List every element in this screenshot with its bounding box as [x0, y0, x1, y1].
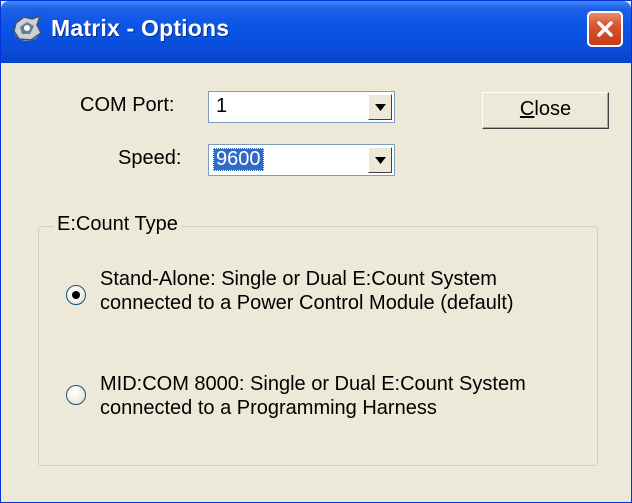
title-bar[interactable]: Matrix - Options [1, 1, 631, 63]
standalone-radio-label[interactable]: Stand-Alone: Single or Dual E:Count Syst… [100, 267, 570, 315]
close-button[interactable]: Close [482, 92, 609, 129]
chevron-down-icon [375, 157, 386, 164]
window-title: Matrix - Options [51, 15, 230, 41]
speed-value: 9600 [213, 148, 264, 171]
com-port-dropdown-button[interactable] [368, 94, 392, 120]
window-close-button[interactable] [587, 11, 623, 47]
ecount-type-group [38, 226, 598, 466]
speed-dropdown-button[interactable] [368, 147, 392, 173]
com-port-label: COM Port: [80, 94, 175, 116]
chevron-down-icon [375, 104, 386, 111]
com-port-value: 1 [216, 95, 228, 117]
speed-label: Speed: [118, 147, 182, 169]
matrix-app-icon [11, 13, 43, 45]
options-window: Matrix - Options COM Port: 1 Speed: 9600… [0, 0, 632, 503]
close-icon [597, 21, 613, 37]
midcom-radio-label[interactable]: MID:COM 8000: Single or Dual E:Count Sys… [100, 372, 570, 420]
speed-select[interactable]: 9600 [208, 144, 395, 176]
radio-selected-dot [72, 291, 80, 299]
midcom-radio[interactable] [66, 385, 86, 405]
com-port-select[interactable]: 1 [208, 91, 395, 123]
ecount-type-title: E:Count Type [54, 213, 181, 236]
standalone-radio[interactable] [66, 285, 86, 305]
